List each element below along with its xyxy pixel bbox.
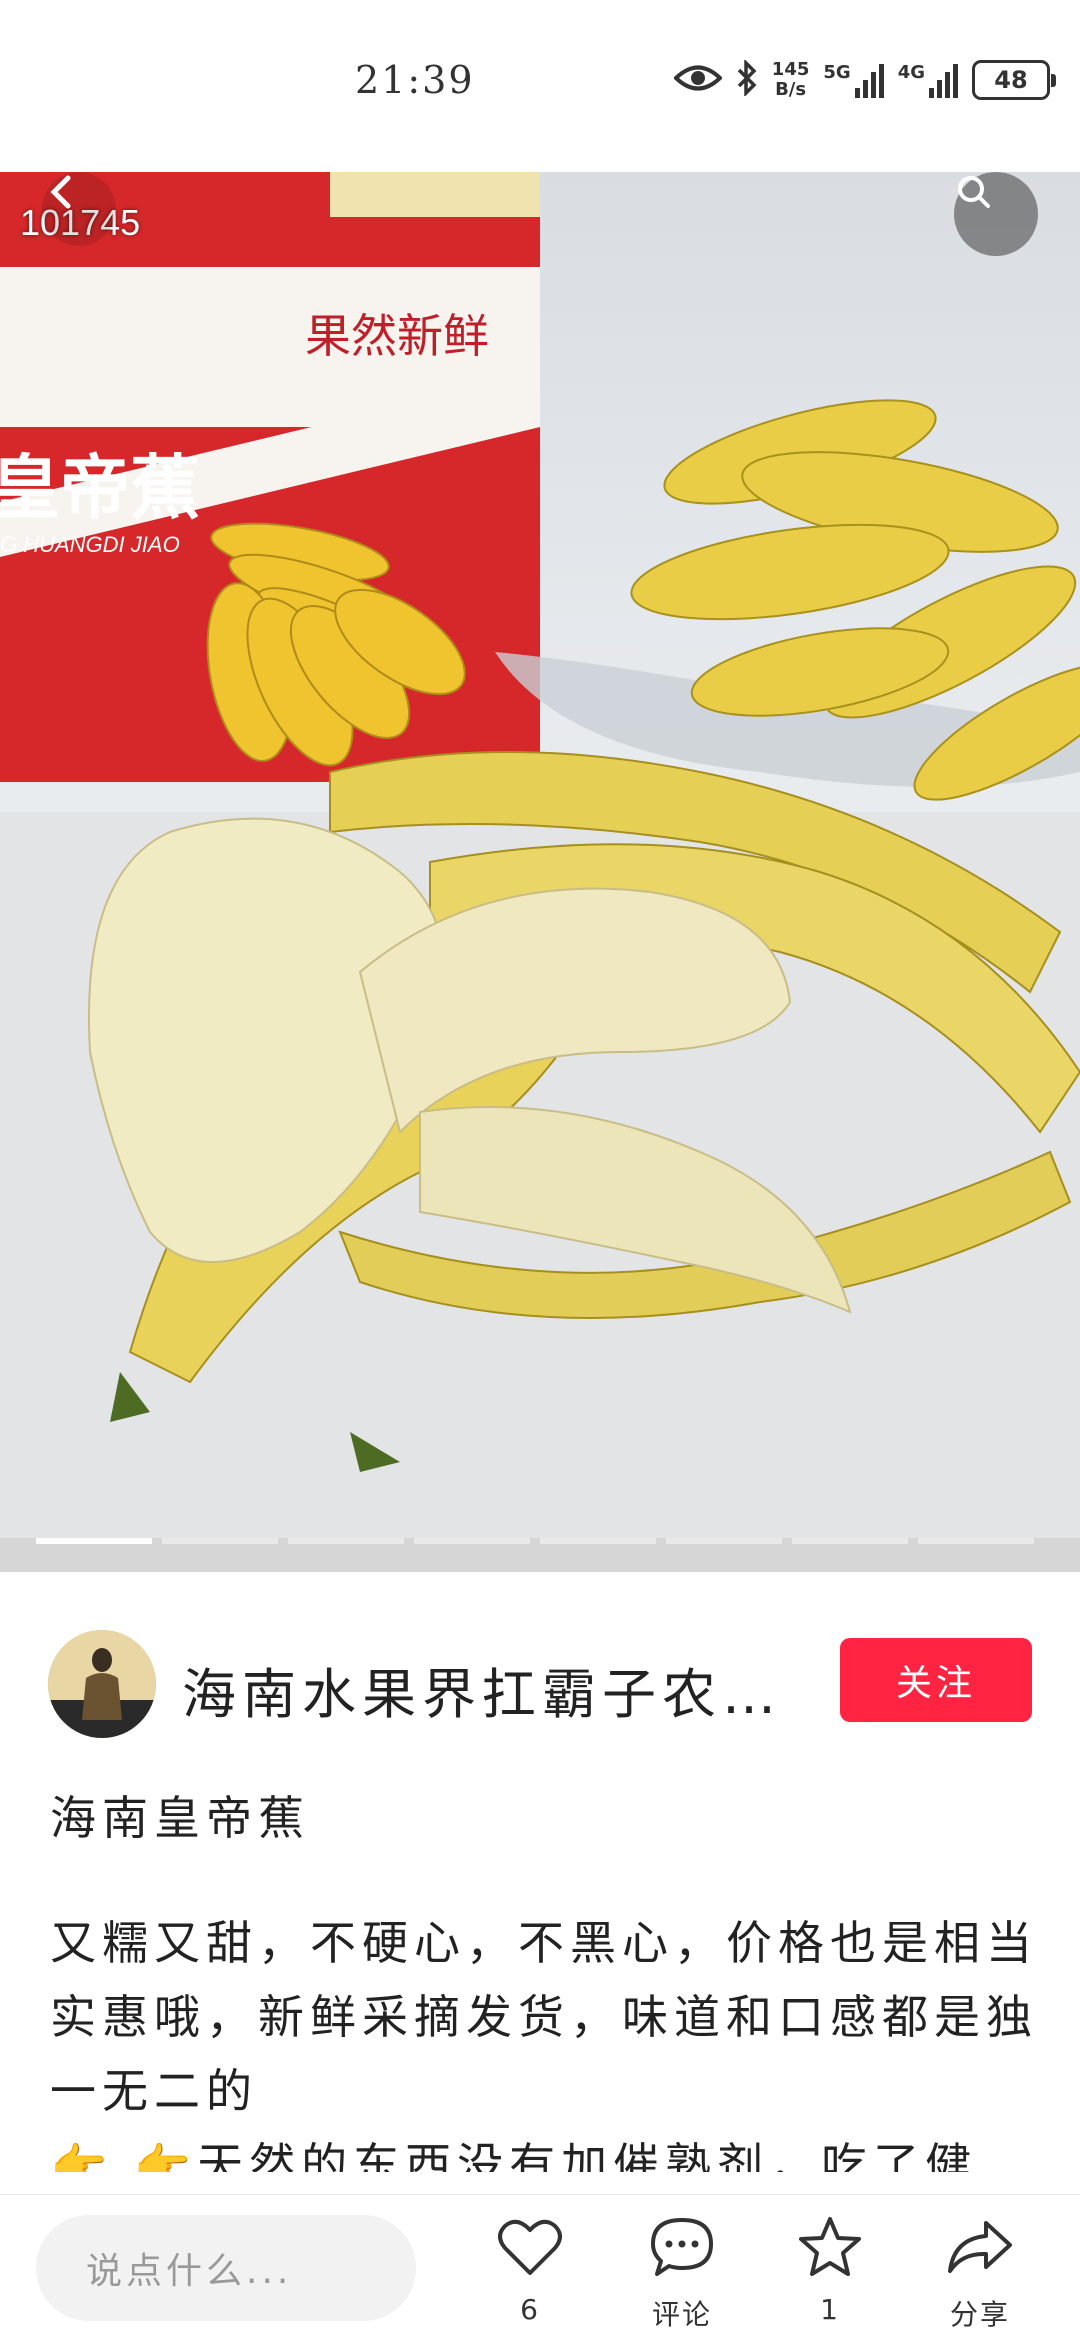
battery-icon: 48 [972, 60, 1056, 100]
signal-5g: 5G [823, 62, 884, 98]
star-icon [797, 2215, 863, 2283]
post-content: 海南皇帝蕉 又糯又甜，不硬心，不黑心，价格也是相当实惠哦，新鲜采摘发货，味道和口… [50, 1786, 1040, 2172]
banana-box: 果然新鲜 皇帝蕉 G HUANGDI JIAO [0, 172, 540, 782]
bluetooth-icon [736, 58, 758, 100]
pager-dot[interactable] [288, 1538, 404, 1544]
box-pinyin: G HUANGDI JIAO [0, 532, 180, 557]
pager-dot[interactable] [414, 1538, 530, 1544]
pager-dot-active[interactable] [36, 1538, 152, 1544]
pager-dot[interactable] [792, 1538, 908, 1544]
comment-bubble-icon [649, 2216, 715, 2282]
heart-icon [497, 2217, 563, 2281]
post-body-continued: 👉 👉天然的东西没有加催熟剂，吃了健 [50, 2138, 978, 2172]
status-icons: 145 B/s 5G 4G 48 [672, 50, 1056, 110]
avatar[interactable] [48, 1630, 156, 1738]
status-time: 21:39 [355, 58, 475, 102]
network-label-5g: 5G [823, 62, 851, 83]
follow-button[interactable]: 关注 [840, 1638, 1032, 1722]
pager-dot[interactable] [918, 1538, 1034, 1544]
box-brand: 皇帝蕉 [0, 446, 200, 529]
author-name[interactable]: 海南水果界扛霸子农… [182, 1650, 782, 1729]
image-pager [0, 1538, 1080, 1572]
net-speed-value: 145 [771, 59, 810, 80]
bottom-action-bar: 说点什么... 6 评论 1 分享 [0, 2194, 1080, 2340]
eye-icon [672, 63, 723, 97]
like-count: 6 [520, 2293, 540, 2326]
back-button[interactable] [42, 172, 116, 246]
like-button[interactable]: 6 [470, 2209, 590, 2326]
comment-input[interactable]: 说点什么... [36, 2215, 416, 2321]
share-button[interactable]: 分享 [920, 2209, 1040, 2333]
search-button[interactable] [954, 172, 1038, 256]
comment-button[interactable]: 评论 [622, 2209, 742, 2333]
author-row: 海南水果界扛霸子农… 关注 [0, 1600, 1080, 1770]
signal-bars-icon [929, 62, 958, 98]
network-label-4g: 4G [897, 62, 925, 83]
post-body: 又糯又甜，不硬心，不黑心，价格也是相当实惠哦，新鲜采摘发货，味道和口感都是独一无… [50, 1916, 1038, 2118]
battery-level: 48 [994, 66, 1028, 94]
comment-label: 评论 [651, 2298, 712, 2331]
net-speed-unit: B/s [775, 79, 807, 100]
net-speed: 145 B/s [772, 60, 810, 100]
post-title: 海南皇帝蕉 [50, 1791, 310, 1845]
status-bar: 21:39 145 B/s 5G 4G 48 [0, 0, 1080, 172]
pager-dot[interactable] [666, 1538, 782, 1544]
product-image[interactable]: 果然新鲜 皇帝蕉 G HUANGDI JIAO 101745 [0, 172, 1080, 1542]
avatar-image [48, 1630, 156, 1738]
pager-dot[interactable] [540, 1538, 656, 1544]
signal-4g: 4G [898, 62, 958, 98]
collect-count: 1 [820, 2293, 840, 2326]
share-arrow-icon [946, 2217, 1014, 2281]
share-label: 分享 [949, 2298, 1010, 2331]
pager-dot[interactable] [162, 1538, 278, 1544]
signal-bars-icon [854, 62, 884, 98]
collect-button[interactable]: 1 [770, 2209, 890, 2326]
banana-photo: 果然新鲜 皇帝蕉 G HUANGDI JIAO [0, 172, 1080, 1542]
box-slogan: 果然新鲜 [305, 309, 489, 363]
